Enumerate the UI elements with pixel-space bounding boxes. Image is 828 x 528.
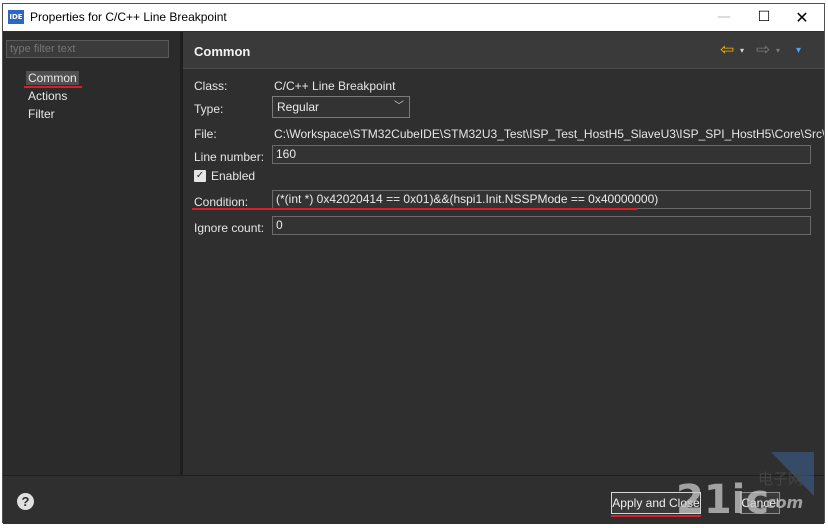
condition-label: Condition:	[194, 195, 249, 209]
type-label: Type:	[194, 102, 224, 116]
annotation-underline-apply	[611, 515, 701, 517]
line-number-label: Line number:	[194, 150, 265, 164]
back-dropdown-icon[interactable]: ▾	[740, 46, 744, 55]
class-value: C/C++ Line Breakpoint	[274, 79, 396, 93]
ignore-count-label: Ignore count:	[194, 221, 265, 235]
view-menu-icon[interactable]: ▾	[796, 45, 801, 56]
sidebar-item-common[interactable]: Common	[26, 71, 79, 85]
close-button[interactable]: ✕	[782, 4, 822, 31]
condition-field[interactable]: (*(int *) 0x42020414 == 0x01)&&(hspi1.In…	[272, 190, 811, 209]
enabled-label: Enabled	[211, 169, 256, 183]
chevron-down-icon: ﹀	[394, 101, 404, 112]
properties-dialog: IDE Properties for C/C++ Line Breakpoint…	[2, 3, 825, 524]
type-select[interactable]: Regular ﹀	[272, 96, 410, 118]
back-arrow-icon[interactable]: ⇦	[720, 40, 734, 60]
apply-and-close-button[interactable]: Apply and Close	[611, 492, 701, 514]
maximize-button[interactable]: ☐	[744, 4, 784, 31]
forward-arrow-icon[interactable]: ⇨	[756, 40, 770, 60]
title-bar: IDE Properties for C/C++ Line Breakpoint…	[3, 4, 824, 31]
sidebar-item-actions[interactable]: Actions	[28, 89, 67, 103]
page-header: Common ⇦ ▾ ⇨ ▾ ▾	[183, 32, 824, 69]
minimize-button[interactable]: —	[704, 4, 744, 31]
cancel-button[interactable]: Cancel	[740, 492, 780, 514]
annotation-underline-condition	[192, 208, 637, 210]
annotation-underline-common	[24, 86, 82, 88]
enabled-checkbox[interactable]: ✓	[194, 170, 206, 182]
file-path-value: C:\Workspace\STM32CubeIDE\STM32U3_Test\I…	[274, 127, 824, 141]
sidebar-item-filter[interactable]: Filter	[28, 107, 55, 121]
page-title: Common	[194, 44, 251, 59]
ignore-count-field[interactable]: 0	[272, 216, 811, 235]
filter-input[interactable]	[6, 40, 169, 58]
file-label: File:	[194, 127, 217, 141]
window-title: Properties for C/C++ Line Breakpoint	[30, 10, 227, 24]
ide-app-icon: IDE	[8, 10, 24, 24]
main-panel: Common ⇦ ▾ ⇨ ▾ ▾ Class: C/C++ Line Break…	[183, 32, 824, 475]
line-number-field[interactable]: 160	[272, 145, 811, 164]
help-icon[interactable]: ?	[17, 493, 34, 510]
sidebar: Common Actions Filter	[3, 32, 180, 475]
type-select-value: Regular	[277, 100, 320, 114]
class-label: Class:	[194, 79, 228, 93]
dialog-footer: ? Apply and Close Cancel	[3, 475, 824, 524]
forward-dropdown-icon[interactable]: ▾	[776, 46, 780, 55]
